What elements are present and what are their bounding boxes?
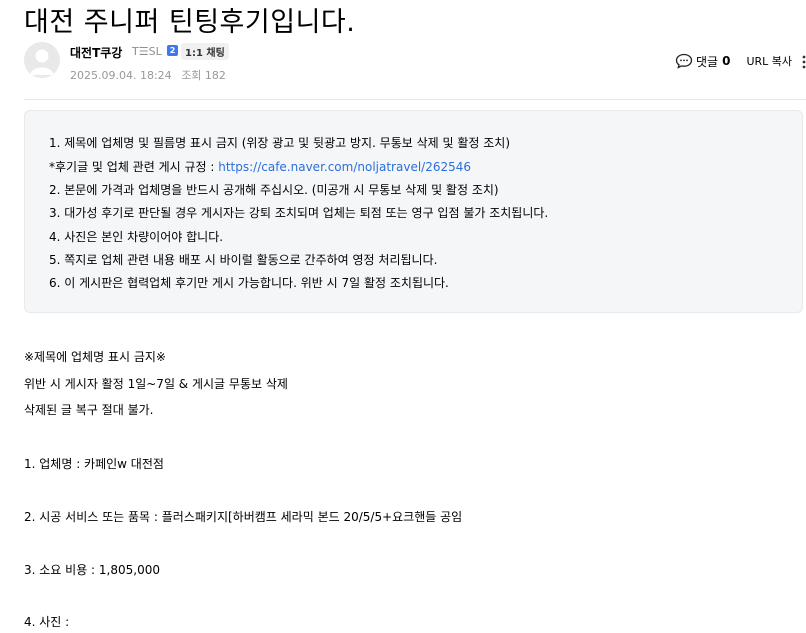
post-date: 2025.09.04. 18:24 — [70, 69, 172, 82]
author-name[interactable]: 대전T쿠강 — [70, 44, 122, 61]
review-item-photo: 4. 사진 : — [24, 615, 70, 629]
author-mbti: T☰SL — [132, 45, 162, 58]
rules-link[interactable]: https://cafe.naver.com/noljatravel/26254… — [218, 160, 471, 174]
post-meta: 2025.09.04. 18:24 조회 182 — [70, 67, 232, 83]
notice-rule-3: 3. 대가성 후기로 판단될 경우 게시자는 강퇴 조치되며 업체는 퇴점 또는… — [49, 206, 549, 220]
vertical-dots-icon[interactable] — [802, 54, 806, 69]
notice-rule-5: 5. 쪽지로 업체 관련 내용 배포 시 바이럴 활동으로 간주하여 영정 처리… — [49, 253, 438, 267]
review-item-cost: 3. 소요 비용 : 1,805,000 — [24, 563, 160, 577]
warning-no-restore: 삭제된 글 복구 절대 불가. — [24, 403, 154, 417]
notice-rule-4: 4. 사진은 본인 차량이어야 합니다. — [49, 230, 224, 244]
default-profile-icon[interactable] — [24, 42, 60, 78]
review-item-service: 2. 시공 서비스 또는 품목 : 플러스패키지[하버캠프 세라믹 본드 20/… — [24, 510, 463, 524]
url-copy-button[interactable]: URL 복사 — [746, 53, 792, 69]
author-row: 대전T쿠강 T☰SL 2 1:1 채팅 2025.09.04. 18:24 조회… — [24, 42, 806, 82]
comment-count[interactable]: 0 — [722, 54, 730, 68]
header-divider — [24, 99, 806, 100]
member-level-badge: 2 — [167, 45, 178, 56]
post-actions: 댓글 0 URL 복사 — [675, 53, 806, 69]
comment-label[interactable]: 댓글 — [696, 53, 718, 70]
post-title: 대전 주니퍼 틴팅후기입니다. — [24, 7, 356, 38]
notice-rule-1: 1. 제목에 업체명 및 필름명 표시 금지 (위장 광고 및 뒷광고 방지. … — [49, 136, 511, 150]
speech-bubble-icon[interactable] — [675, 53, 693, 69]
warning-penalty: 위반 시 게시자 활정 1일~7일 & 게시글 무통보 삭제 — [24, 377, 288, 391]
notice-rule-link-line: *후기글 및 업체 관련 게시 규정 : https://cafe.naver.… — [49, 158, 471, 175]
review-item-company: 1. 업체명 : 카페인w 대전점 — [24, 457, 164, 471]
board-rules-notice: 1. 제목에 업체명 및 필름명 표시 금지 (위장 광고 및 뒷광고 방지. … — [24, 110, 803, 313]
notice-rule-2: 2. 본문에 가격과 업체명을 반드시 공개해 주십시오. (미공개 시 무통보… — [49, 183, 499, 197]
warning-title: ※제목에 업체명 표시 금지※ — [24, 350, 166, 364]
view-count: 조회 182 — [181, 69, 226, 82]
notice-rule-6: 6. 이 게시판은 협력업체 후기만 게시 가능합니다. 위반 시 7일 활정 … — [49, 276, 449, 290]
chat-button[interactable]: 1:1 채팅 — [181, 43, 229, 60]
notice-link-prefix: *후기글 및 업체 관련 게시 규정 : — [49, 160, 219, 174]
